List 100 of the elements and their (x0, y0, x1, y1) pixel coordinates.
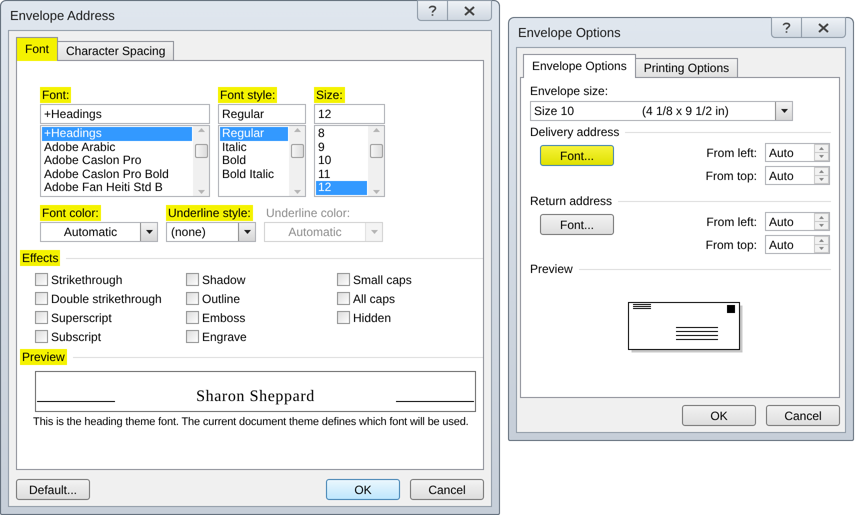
checkbox[interactable] (337, 311, 350, 324)
scrollbar[interactable] (193, 126, 209, 196)
field-label: From left: (706, 146, 757, 160)
scroll-down-icon (372, 190, 380, 194)
preview-sample-text: Sharon Sheppard (196, 388, 315, 406)
list-item[interactable]: Adobe Arabic (42, 140, 192, 154)
checkbox[interactable] (35, 273, 48, 286)
close-button[interactable] (802, 17, 846, 38)
dropdown[interactable]: Automatic (40, 222, 158, 242)
checkbox-label: Strikethrough (51, 272, 122, 286)
close-icon (464, 6, 475, 16)
field-label: Underline color: (265, 205, 352, 221)
list-item[interactable]: 8 (316, 127, 367, 140)
envelope-size-dropdown[interactable]: Size 10 (4 1/8 x 9 1/2 in) (530, 101, 793, 121)
scroll-thumb[interactable] (370, 144, 382, 158)
field-label: From left: (706, 214, 757, 228)
checkbox-label: Engrave (202, 330, 247, 344)
help-icon (428, 4, 437, 16)
help-button[interactable] (771, 17, 802, 38)
caret-icon (780, 109, 788, 113)
section-heading: Return address (530, 194, 612, 208)
preview-description: This is the heading theme font. The current document theme defines which font will be used. (33, 416, 469, 428)
size-list[interactable]: 8 9 10 11 12 (314, 125, 385, 197)
checkbox-label: Subscript (51, 330, 102, 344)
dialog-button[interactable]: Default... (16, 479, 90, 500)
spin-field[interactable]: Auto (765, 166, 830, 185)
font-style-list[interactable]: Regular Italic Bold Bold Italic (218, 125, 306, 197)
tab[interactable]: Printing Options (634, 58, 738, 77)
dropdown[interactable]: (none) (166, 222, 256, 242)
checkbox-label: Shadow (202, 272, 246, 286)
spin-arrows-icon (814, 167, 829, 184)
field-label: From top: (706, 168, 757, 182)
font-button[interactable]: Font... (540, 214, 614, 235)
spin-arrows-icon (814, 213, 829, 230)
scroll-thumb[interactable] (194, 144, 208, 158)
checkbox-label: Superscript (51, 310, 112, 324)
scrollbar[interactable] (368, 126, 384, 196)
scroll-up-icon (294, 128, 300, 132)
checkbox[interactable] (35, 330, 48, 343)
window-title: Envelope Options (517, 25, 621, 40)
list-item[interactable]: Adobe Fan Heiti Std B (42, 181, 192, 194)
dropdown-arrow-button[interactable] (238, 223, 255, 241)
checkbox[interactable] (186, 330, 199, 343)
section-heading: Delivery address (530, 125, 620, 139)
checkbox-label: Small caps (353, 272, 412, 286)
dialog-button[interactable]: OK (326, 479, 400, 500)
checkbox-label: Hidden (353, 310, 392, 324)
list-item[interactable]: Adobe Caslon Pro (42, 154, 192, 168)
font-list[interactable]: +Headings Adobe Arabic Adobe Caslon Pro Adobe Caslon Pro Bold Adobe Fan Heiti Std B (40, 125, 210, 197)
field-label: Size: (314, 87, 345, 103)
dropdown-arrow-button[interactable] (775, 102, 792, 120)
checkbox[interactable] (337, 292, 350, 305)
field-label: From top: (706, 238, 757, 252)
help-button[interactable] (417, 0, 448, 21)
checkbox[interactable] (337, 273, 350, 286)
list-item[interactable]: Bold (220, 154, 288, 168)
list-item[interactable]: 11 (316, 168, 367, 181)
checkbox[interactable] (35, 292, 48, 305)
scroll-up-icon (198, 128, 204, 132)
field-label: Font color: (40, 205, 101, 221)
tab[interactable]: Envelope Options (523, 54, 636, 78)
scroll-down-icon (198, 190, 204, 194)
list-item[interactable]: Italic (220, 140, 288, 154)
dialog-button[interactable]: Cancel (766, 405, 840, 426)
scroll-down-icon (294, 190, 300, 194)
checkbox-label: All caps (353, 292, 396, 306)
checkbox[interactable] (186, 292, 199, 305)
spin-field[interactable]: Auto (765, 235, 830, 254)
dropdown-arrow-button[interactable] (140, 223, 157, 241)
field-label: Font: (40, 87, 72, 103)
list-item[interactable]: 9 (316, 140, 367, 154)
size-input[interactable]: 12 (314, 104, 385, 124)
tab[interactable]: Font (16, 37, 58, 61)
dialog-button[interactable]: Cancel (410, 479, 484, 500)
checkbox-label: Outline (202, 292, 240, 306)
list-item[interactable]: Bold Italic (220, 168, 288, 181)
help-icon (782, 22, 791, 34)
font-input[interactable]: +Headings (40, 104, 210, 124)
list-item[interactable]: Adobe Caslon Pro Bold (42, 168, 192, 181)
close-button[interactable] (448, 0, 492, 21)
section-heading: Preview (20, 349, 67, 365)
spin-field[interactable]: Auto (765, 143, 830, 162)
font-style-input[interactable]: Regular (218, 104, 306, 124)
spin-field[interactable]: Auto (765, 212, 830, 231)
scroll-thumb[interactable] (290, 144, 304, 158)
caret-icon (146, 230, 152, 234)
checkbox[interactable] (186, 273, 199, 286)
checkbox-label: Emboss (202, 310, 246, 324)
checkbox[interactable] (186, 311, 199, 324)
caret-icon (244, 230, 250, 234)
scrollbar[interactable] (289, 126, 305, 196)
close-icon (818, 22, 829, 32)
tab[interactable]: Character Spacing (57, 41, 174, 60)
section-heading: Preview (530, 262, 573, 276)
spin-arrows-icon (814, 144, 829, 161)
list-item[interactable]: 10 (316, 154, 367, 168)
dialog-button[interactable]: OK (682, 405, 756, 426)
window-title: Envelope Address (9, 8, 115, 23)
font-button[interactable]: Font... (540, 145, 614, 166)
checkbox[interactable] (35, 311, 48, 324)
